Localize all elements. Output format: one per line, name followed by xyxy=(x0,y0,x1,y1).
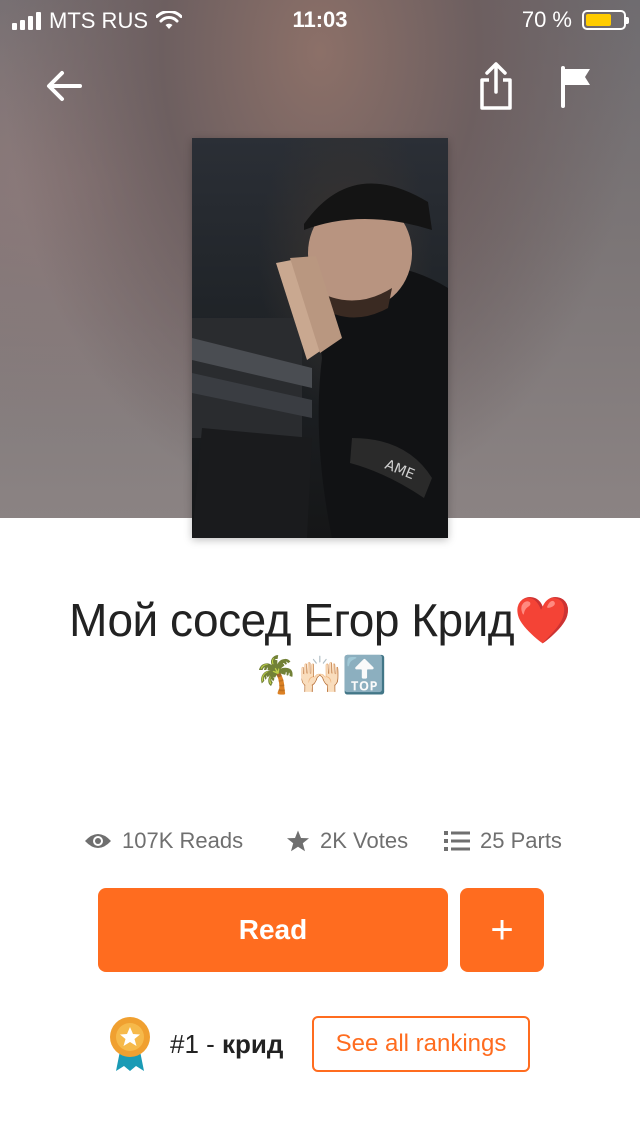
see-all-rankings-button[interactable]: See all rankings xyxy=(312,1016,530,1072)
story-title-block: Мой сосед Егор Крид❤️ 🌴🙌🏻🔝 xyxy=(20,590,620,700)
report-button[interactable] xyxy=(548,58,604,114)
battery-percent: 70 % xyxy=(521,7,572,32)
read-button[interactable]: Read xyxy=(98,888,448,972)
star-icon xyxy=(287,830,309,852)
see-all-rankings-label: See all rankings xyxy=(335,1030,507,1057)
votes-count: 2K Votes xyxy=(320,828,409,853)
battery-fill xyxy=(586,14,612,26)
story-title-emojis: 🌴🙌🏻🔝 xyxy=(253,654,387,695)
read-button-label: Read xyxy=(238,914,308,945)
ranking-tag: крид xyxy=(222,1028,284,1059)
story-cover-image[interactable]: AME xyxy=(192,138,448,538)
share-button[interactable] xyxy=(468,58,524,114)
add-button-label: + xyxy=(490,908,514,952)
flag-icon xyxy=(561,66,590,108)
parts-stat: 25 Parts xyxy=(444,824,562,858)
reads-count: 107K Reads xyxy=(122,828,244,853)
story-title: Мой сосед Егор Крид❤️ xyxy=(69,594,571,646)
votes-stat: 2K Votes xyxy=(286,824,408,858)
eye-icon xyxy=(85,834,111,848)
list-icon xyxy=(444,831,470,851)
cover-photo: AME xyxy=(192,183,448,538)
parts-count: 25 Parts xyxy=(480,828,562,853)
back-button[interactable] xyxy=(36,58,92,114)
reads-stat: 107K Reads xyxy=(84,824,243,858)
ranking-separator: - xyxy=(198,1028,223,1059)
add-to-library-button[interactable]: + xyxy=(460,888,544,972)
arrow-left-icon xyxy=(47,71,82,101)
battery-icon xyxy=(582,10,629,30)
ranking-text: #1 - крид xyxy=(170,1029,283,1060)
ranking-medal-icon xyxy=(110,1017,150,1071)
share-icon xyxy=(480,62,512,110)
story-stats: 107K Reads 2K Votes 25 Parts xyxy=(0,824,640,858)
ranking-row: #1 - крид xyxy=(106,1014,283,1074)
status-right: 70 % xyxy=(521,7,629,33)
ranking-position: #1 xyxy=(170,1028,199,1059)
status-bar: MTS RUS 11:03 70 % xyxy=(0,0,640,40)
